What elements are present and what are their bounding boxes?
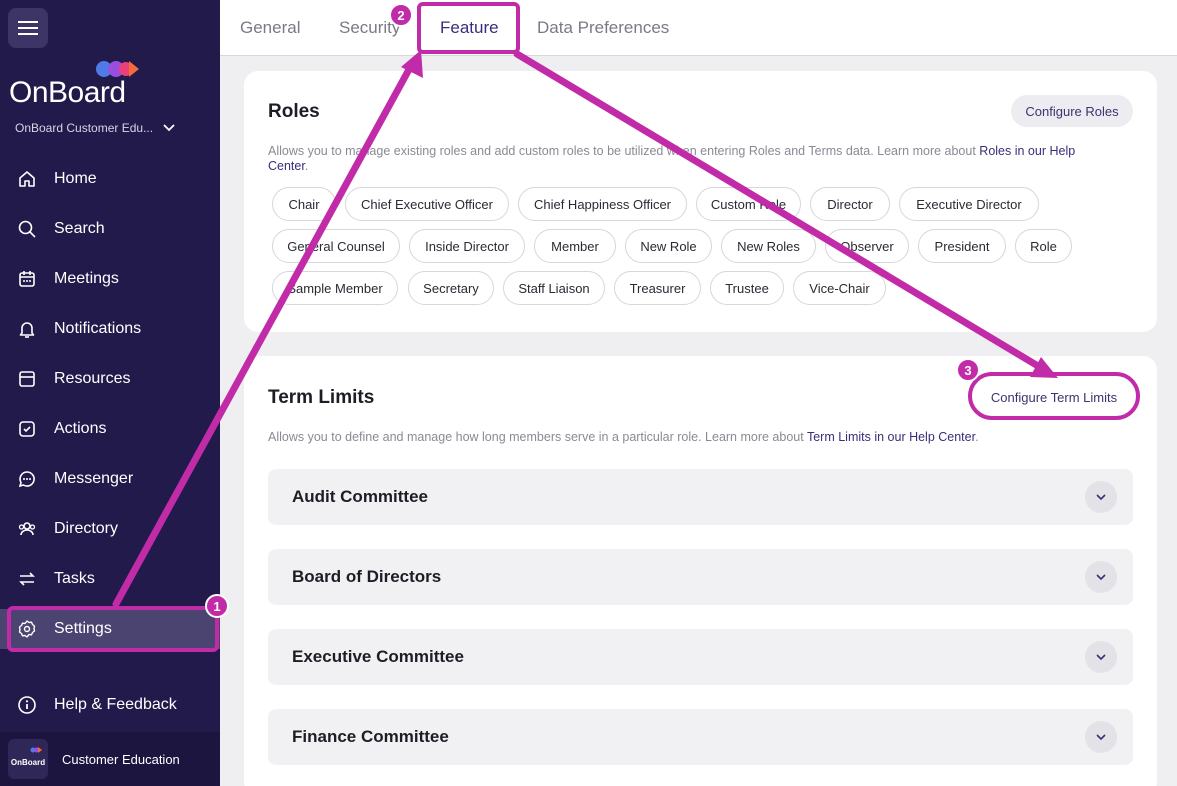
settings-tabs: General Security Feature Data Preference… bbox=[220, 0, 1177, 56]
roles-title: Roles bbox=[268, 101, 320, 122]
sidebar-item-label: Messenger bbox=[54, 470, 134, 487]
accordion-board-of-directors[interactable]: Board of Directors bbox=[268, 549, 1133, 605]
sidebar-item-label: Actions bbox=[54, 420, 107, 437]
highlight-configure-term-limits bbox=[968, 372, 1140, 420]
role-chip[interactable]: Inside Director bbox=[409, 229, 525, 263]
configure-roles-button[interactable]: Configure Roles bbox=[1011, 95, 1133, 127]
sidebar-item-messenger[interactable]: Messenger bbox=[0, 459, 220, 499]
sidebar-item-help[interactable]: Help & Feedback bbox=[0, 685, 220, 725]
accordion-title: Finance Committee bbox=[292, 727, 449, 746]
sidebar-item-actions[interactable]: Actions bbox=[0, 409, 220, 449]
chevron-down-icon[interactable] bbox=[1085, 561, 1117, 593]
accordion-title: Audit Committee bbox=[292, 487, 428, 506]
term-limits-help-link[interactable]: Term Limits in our Help Center bbox=[807, 430, 975, 444]
step-badge: 3 bbox=[956, 358, 980, 382]
chevron-down-icon bbox=[163, 124, 175, 132]
onboard-logo-mark bbox=[30, 747, 42, 753]
sidebar-item-label: Home bbox=[54, 170, 97, 187]
folder-icon bbox=[19, 371, 35, 387]
role-chip[interactable]: Secretary bbox=[408, 271, 494, 305]
account-avatar-label: OnBoard bbox=[10, 757, 46, 767]
role-chip[interactable]: New Role bbox=[625, 229, 712, 263]
step-badge: 2 bbox=[389, 3, 413, 27]
sidebar-item-label: Help & Feedback bbox=[54, 696, 177, 713]
account-switcher[interactable]: OnBoard Customer Education bbox=[0, 732, 220, 786]
account-name: Customer Education bbox=[62, 751, 180, 767]
role-chip[interactable]: Custom Role bbox=[696, 187, 801, 221]
term-limits-description-end: . bbox=[975, 430, 979, 444]
checkbox-icon bbox=[19, 421, 35, 437]
hamburger-menu-icon[interactable] bbox=[8, 8, 48, 48]
role-chip[interactable]: Sample Member bbox=[272, 271, 398, 305]
sidebar-item-resources[interactable]: Resources bbox=[0, 359, 220, 399]
step-badge: 1 bbox=[205, 594, 229, 618]
role-chip[interactable]: Chief Happiness Officer bbox=[518, 187, 687, 221]
role-chip[interactable]: Staff Liaison bbox=[503, 271, 605, 305]
chat-bubble-icon bbox=[18, 471, 35, 488]
term-limits-description-text: Allows you to define and manage how long… bbox=[268, 430, 807, 444]
bell-icon bbox=[19, 322, 35, 338]
role-chip[interactable]: Executive Director bbox=[899, 187, 1039, 221]
role-chip[interactable]: New Roles bbox=[721, 229, 816, 263]
home-icon bbox=[19, 171, 35, 187]
sidebar-item-label: Search bbox=[54, 220, 105, 237]
onboard-logo: OnBoard bbox=[9, 76, 126, 109]
role-chip[interactable]: Observer bbox=[825, 229, 909, 263]
role-chip[interactable]: General Counsel bbox=[272, 229, 400, 263]
sidebar-item-label: Directory bbox=[54, 520, 119, 537]
accordion-finance-committee[interactable]: Finance Committee bbox=[268, 709, 1133, 765]
sidebar-item-tasks[interactable]: Tasks bbox=[0, 559, 220, 599]
sidebar-item-search[interactable]: Search bbox=[0, 209, 220, 249]
role-chip[interactable]: Role bbox=[1015, 229, 1072, 263]
roles-description-end: . bbox=[304, 159, 309, 173]
highlight-settings bbox=[7, 606, 219, 652]
people-icon bbox=[18, 522, 36, 536]
term-limits-description: Allows you to define and manage how long… bbox=[268, 430, 1128, 445]
role-chip[interactable]: Trustee bbox=[710, 271, 784, 305]
chevron-down-icon[interactable] bbox=[1085, 721, 1117, 753]
org-name: OnBoard Customer Edu... bbox=[15, 121, 154, 135]
sidebar-item-directory[interactable]: Directory bbox=[0, 509, 220, 549]
sidebar-item-label: Notifications bbox=[54, 320, 142, 337]
info-icon bbox=[18, 696, 36, 714]
tab-general[interactable]: General bbox=[240, 0, 300, 56]
sidebar-item-label: Resources bbox=[54, 370, 131, 387]
accordion-title: Executive Committee bbox=[292, 647, 464, 666]
role-chip[interactable]: Vice-Chair bbox=[793, 271, 886, 305]
sidebar-item-label: Tasks bbox=[54, 570, 95, 587]
tab-data-preferences[interactable]: Data Preferences bbox=[537, 0, 669, 56]
chevron-down-icon[interactable] bbox=[1085, 641, 1117, 673]
roles-description-text: Allows you to manage existing roles and … bbox=[268, 144, 980, 158]
role-chip[interactable]: Director bbox=[810, 187, 890, 221]
role-chip[interactable]: Member bbox=[534, 229, 616, 263]
highlight-feature-tab bbox=[417, 2, 520, 54]
search-icon bbox=[18, 220, 36, 238]
accordion-title: Board of Directors bbox=[292, 567, 442, 586]
org-selector[interactable]: OnBoard Customer Edu... bbox=[15, 121, 175, 135]
roles-card: Roles Configure Roles Allows you to mana… bbox=[244, 71, 1157, 332]
account-avatar: OnBoard bbox=[8, 739, 48, 779]
sidebar-item-label: Meetings bbox=[54, 270, 119, 287]
sidebar-item-notifications[interactable]: Notifications bbox=[0, 309, 220, 349]
swap-arrows-icon bbox=[19, 572, 35, 586]
roles-description: Allows you to manage existing roles and … bbox=[268, 144, 1108, 174]
sidebar-item-home[interactable]: Home bbox=[0, 159, 220, 199]
term-limits-title: Term Limits bbox=[268, 387, 375, 408]
sidebar: OnBoard OnBoard Customer Edu... Home Sea… bbox=[0, 0, 220, 786]
accordion-audit-committee[interactable]: Audit Committee bbox=[268, 469, 1133, 525]
role-chip[interactable]: Chair bbox=[272, 187, 336, 221]
chevron-down-icon[interactable] bbox=[1085, 481, 1117, 513]
accordion-executive-committee[interactable]: Executive Committee bbox=[268, 629, 1133, 685]
sidebar-item-meetings[interactable]: Meetings bbox=[0, 259, 220, 299]
role-chip[interactable]: Treasurer bbox=[614, 271, 701, 305]
calendar-icon bbox=[19, 271, 35, 287]
role-chip[interactable]: President bbox=[918, 229, 1006, 263]
role-chip[interactable]: Chief Executive Officer bbox=[345, 187, 509, 221]
